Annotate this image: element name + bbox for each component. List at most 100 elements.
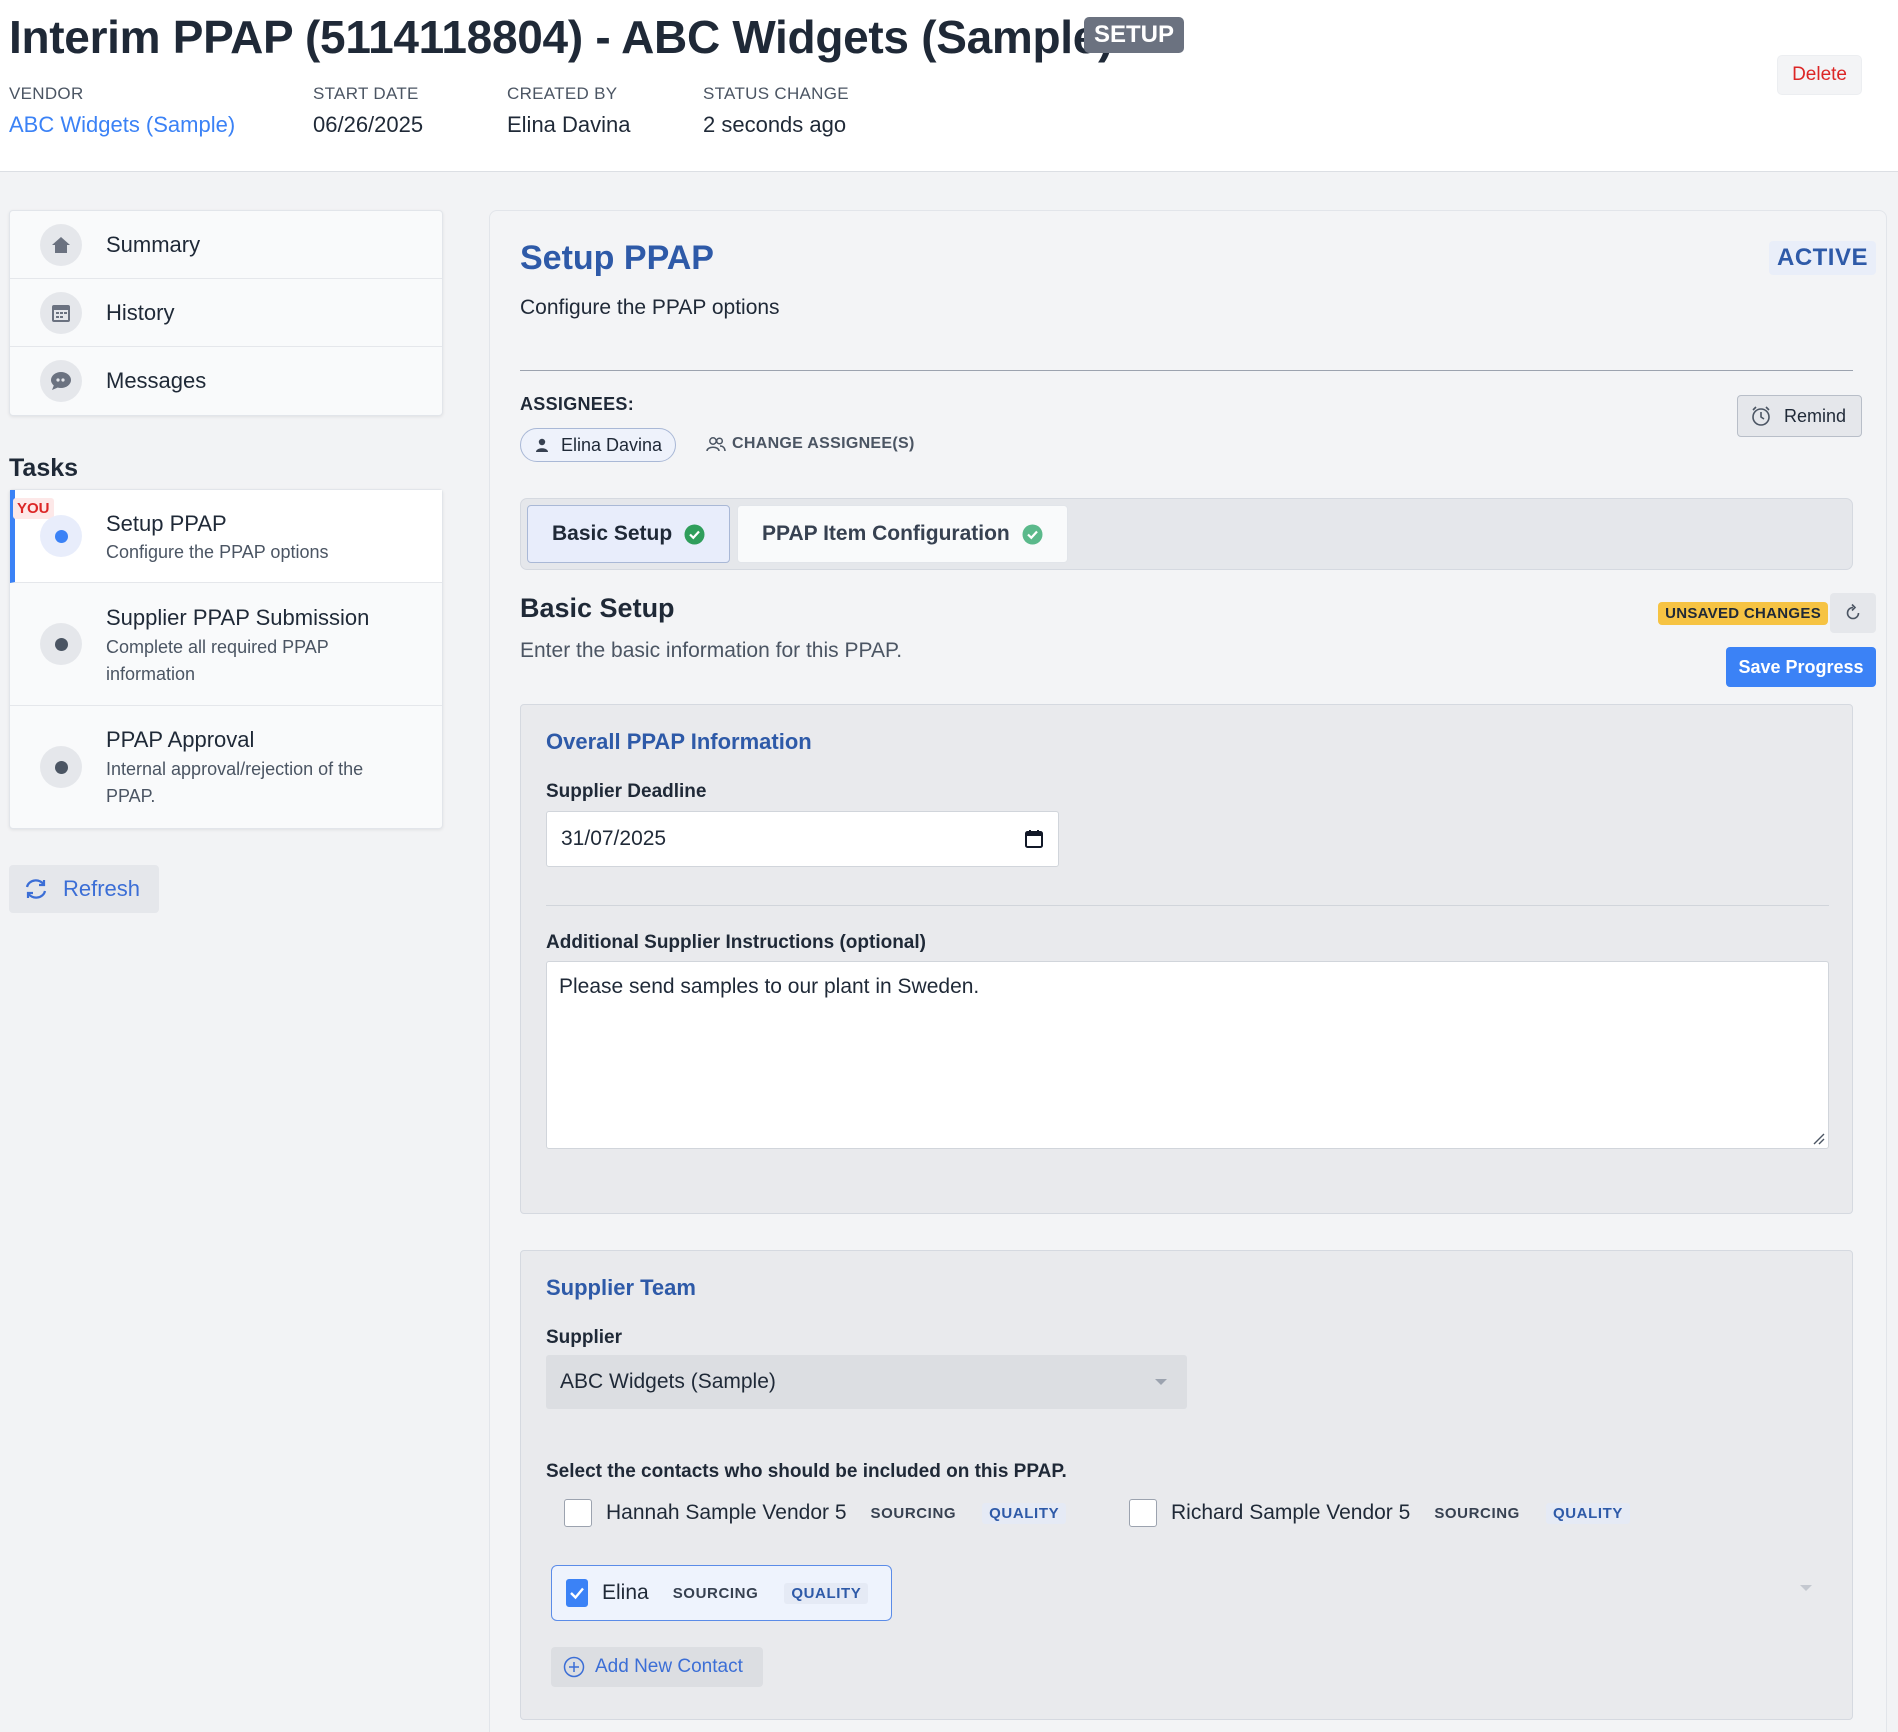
assignees-label: ASSIGNEES: (520, 394, 635, 414)
status-badge: ACTIVE (1768, 241, 1876, 275)
tab-basic-setup[interactable]: Basic Setup (527, 505, 730, 563)
contact-name: Elina (602, 1581, 649, 1604)
sidebar-item-history[interactable]: History (10, 279, 442, 347)
field-label: Additional Supplier Instructions (option… (546, 932, 926, 953)
meta-label: STATUS CHANGE (703, 84, 849, 103)
textarea-value: Please send samples to our plant in Swed… (559, 975, 980, 998)
task-ppap-approval[interactable]: PPAP Approval Internal approval/rejectio… (10, 706, 442, 828)
sidebar-nav: Summary History Messages (9, 210, 443, 416)
change-assignee-button[interactable]: CHANGE ASSIGNEE(S) (706, 435, 915, 453)
field-label: Supplier (546, 1327, 623, 1348)
remind-label: Remind (1784, 405, 1847, 426)
supplier-instructions-textarea[interactable]: Please send samples to our plant in Swed… (546, 961, 1829, 1149)
refresh-button[interactable]: Refresh (9, 865, 159, 913)
change-assignee-label: CHANGE ASSIGNEE(S) (732, 435, 915, 452)
checkmark-icon (570, 1587, 584, 1600)
section-subtitle: Enter the basic information for this PPA… (520, 639, 903, 662)
sidebar-item-summary[interactable]: Summary (10, 211, 442, 279)
you-badge: YOU (13, 498, 54, 519)
meta-label: VENDOR (9, 84, 84, 103)
meta-value: 2 seconds ago (703, 112, 847, 137)
supplier-deadline-input[interactable]: 31/07/2025 (546, 811, 1059, 867)
role-tag: SOURCING (672, 1584, 759, 1602)
select-value: ABC Widgets (Sample) (560, 1370, 776, 1393)
meta-label: START DATE (313, 84, 419, 103)
contacts-heading: Select the contacts who should be includ… (546, 1461, 1067, 1482)
meta-created-by: CREATED BY Elina Davina (507, 84, 631, 138)
task-desc: Internal approval/rejection of the PPAP. (106, 759, 364, 806)
reset-icon (1843, 603, 1863, 623)
refresh-icon (23, 878, 49, 900)
task-name: Setup PPAP (106, 511, 227, 536)
checkbox[interactable] (1129, 1499, 1157, 1527)
divider (520, 370, 1853, 371)
stage-badge: SETUP (1084, 17, 1185, 53)
add-contact-label: Add New Contact (595, 1656, 743, 1677)
reset-button[interactable] (1830, 593, 1876, 633)
checkbox[interactable] (564, 1499, 592, 1527)
role-tag: QUALITY (1545, 1502, 1630, 1524)
task-name: Supplier PPAP Submission (106, 605, 370, 630)
meta-label: CREATED BY (507, 84, 618, 103)
task-title: Setup PPAP (520, 239, 714, 277)
sidebar-item-label: Summary (106, 231, 201, 257)
tasks-heading: Tasks (9, 454, 79, 482)
task-setup-ppap[interactable]: YOU Setup PPAP Configure the PPAP option… (10, 490, 442, 583)
chevron-down-icon (1155, 1379, 1167, 1385)
meta-status-change: STATUS CHANGE 2 seconds ago (703, 84, 849, 138)
chat-icon (40, 360, 82, 402)
task-main-card: Setup PPAP ACTIVE Configure the PPAP opt… (489, 210, 1887, 1732)
tab-bar: Basic Setup PPAP Item Configuration (520, 498, 1853, 570)
delete-button[interactable]: Delete (1777, 55, 1862, 95)
task-status-dot-icon (40, 623, 82, 665)
role-tag: SOURCING (1434, 1504, 1520, 1522)
sidebar-item-label: History (106, 299, 175, 325)
date-value: 31/07/2025 (561, 827, 667, 850)
task-supplier-submission[interactable]: Supplier PPAP Submission Complete all re… (10, 583, 442, 706)
chevron-down-icon[interactable] (1800, 1585, 1812, 1591)
tab-label: PPAP Item Configuration (762, 522, 1010, 545)
refresh-label: Refresh (63, 876, 141, 901)
task-status-dot-icon (40, 515, 82, 557)
role-tag: QUALITY (982, 1502, 1067, 1524)
resize-grip-icon[interactable] (1811, 1131, 1825, 1145)
panel-heading: Overall PPAP Information (546, 729, 812, 754)
assignee-chip[interactable]: Elina Davina (520, 428, 677, 462)
save-progress-button[interactable]: Save Progress (1726, 647, 1876, 687)
supplier-team-panel: Supplier Team Supplier ABC Widgets (Samp… (520, 1250, 1853, 1720)
contact-option[interactable]: Richard Sample Vendor 5 SOURCING QUALITY (1129, 1485, 1656, 1541)
calendar-icon (40, 291, 82, 334)
role-tag: SOURCING (870, 1504, 957, 1522)
assignee-name: Elina Davina (561, 434, 663, 455)
alarm-clock-icon (1750, 405, 1772, 427)
tab-ppap-item-configuration[interactable]: PPAP Item Configuration (737, 505, 1068, 563)
task-subtitle: Configure the PPAP options (520, 296, 780, 319)
sidebar-item-label: Messages (106, 368, 207, 393)
check-circle-icon (684, 524, 705, 545)
sidebar-item-messages[interactable]: Messages (10, 347, 442, 415)
overall-ppap-panel: Overall PPAP Information Supplier Deadli… (520, 704, 1853, 1214)
role-tag: QUALITY (784, 1582, 869, 1604)
contact-option-selected[interactable]: Elina SOURCING QUALITY (551, 1565, 892, 1621)
contact-option[interactable]: Hannah Sample Vendor 5 SOURCING QUALITY (564, 1485, 1092, 1541)
remind-button[interactable]: Remind (1737, 395, 1862, 437)
panel-heading: Supplier Team (546, 1275, 696, 1300)
check-circle-icon (1022, 524, 1043, 545)
field-label: Supplier Deadline (546, 781, 707, 802)
user-icon (535, 438, 549, 452)
task-desc: Configure the PPAP options (106, 542, 329, 562)
checkbox[interactable] (566, 1579, 588, 1607)
meta-vendor: VENDOR ABC Widgets (Sample) (9, 84, 235, 138)
vendor-link[interactable]: ABC Widgets (Sample) (9, 112, 235, 138)
supplier-select[interactable]: ABC Widgets (Sample) (546, 1355, 1187, 1409)
calendar-icon[interactable] (1024, 829, 1044, 849)
add-new-contact-button[interactable]: Add New Contact (551, 1647, 763, 1687)
unsaved-changes-badge: UNSAVED CHANGES (1658, 602, 1828, 625)
tab-label: Basic Setup (552, 522, 673, 545)
meta-value: Elina Davina (507, 112, 631, 137)
users-icon (706, 436, 726, 452)
task-desc: Complete all required PPAP information (106, 637, 329, 684)
divider (546, 905, 1829, 906)
task-name: PPAP Approval (106, 727, 255, 752)
contact-name: Hannah Sample Vendor 5 (606, 1501, 847, 1524)
